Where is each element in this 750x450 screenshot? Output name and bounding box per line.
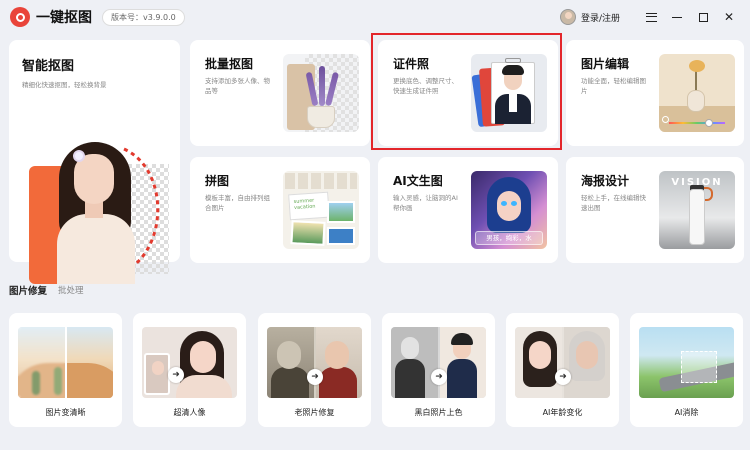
close-button[interactable]: ✕	[718, 7, 740, 27]
card-title: 海报设计	[581, 174, 630, 188]
card-description: 轻松上手，在线编辑快速出图	[581, 194, 646, 212]
login-register-link[interactable]: 登录/注册	[581, 11, 620, 24]
tool-enhance-clarity[interactable]: 图片变清晰	[9, 313, 122, 427]
version-badge: 版本号：v3.9.0.0	[102, 8, 185, 26]
app-name: 一键抠图	[36, 10, 92, 26]
card-description: 模板丰富，自由排列组合图片	[205, 194, 270, 212]
ai-age-thumbnail: ➜	[515, 327, 610, 398]
id-photo-thumbnail	[471, 54, 547, 132]
tool-label: 黑白照片上色	[414, 408, 463, 417]
card-batch-cutout[interactable]: 批量抠图 支持添加多张人像、物品等	[190, 40, 370, 146]
prompt-tag: 男孩，绚彩，水	[475, 231, 543, 245]
card-poster-design[interactable]: 海报设计 轻松上手，在线编辑快速出图 VISION	[566, 157, 744, 263]
hd-portrait-thumbnail: ➜	[142, 327, 237, 398]
menu-button[interactable]	[640, 7, 662, 27]
tool-label: 超清人像	[173, 408, 206, 417]
poster-thumbnail: VISION	[659, 171, 735, 249]
card-smart-cutout[interactable]: 智能抠图 精细化快速抠图，轻松换背景	[9, 40, 180, 284]
collage-thumbnail: summer vacation	[283, 171, 359, 249]
smart-cutout-thumbnail	[29, 124, 169, 284]
colorize-thumbnail: ➜	[391, 327, 486, 398]
menu-icon	[645, 12, 657, 22]
tool-ai-age[interactable]: ➜ AI年龄变化	[506, 313, 619, 427]
user-avatar[interactable]	[559, 9, 576, 25]
title-bar: 一键抠图 版本号：v3.9.0.0 登录/注册 ✕	[0, 0, 750, 34]
minimize-button[interactable]	[666, 7, 688, 27]
old-photo-thumbnail: ➜	[267, 327, 362, 398]
enhance-clarity-thumbnail	[18, 327, 113, 398]
photo-edit-thumbnail	[659, 54, 735, 132]
ai-text-image-thumbnail: 男孩，绚彩，水	[471, 171, 547, 249]
card-collage[interactable]: 拼图 模板丰富，自由排列组合图片 summer vacation	[190, 157, 370, 263]
card-title: 图片编辑	[581, 57, 630, 71]
card-description: 更换底色、调整尺寸、快速生成证件照	[393, 77, 458, 95]
card-title: 智能抠图	[22, 59, 75, 74]
tool-hd-portrait[interactable]: ➜ 超清人像	[133, 313, 246, 427]
batch-cutout-thumbnail	[283, 54, 359, 132]
minimize-icon	[672, 16, 682, 18]
tool-ai-erase[interactable]: AI消除	[630, 313, 743, 427]
close-icon: ✕	[723, 10, 735, 24]
card-description: 输入灵感，让脑洞的AI帮你画	[393, 194, 458, 212]
tool-old-photo-repair[interactable]: ➜ 老照片修复	[258, 313, 371, 427]
tool-label: 老照片修复	[294, 408, 335, 417]
card-id-photo[interactable]: 证件照 更换底色、调整尺寸、快速生成证件照	[378, 40, 558, 146]
card-photo-edit[interactable]: 图片编辑 功能全面，轻松编辑图片	[566, 40, 744, 146]
card-title: AI文生图	[393, 174, 443, 188]
tool-colorize[interactable]: ➜ 黑白照片上色	[382, 313, 495, 427]
tool-label: AI消除	[674, 408, 699, 417]
collage-thumb-text: summer vacation	[293, 197, 316, 212]
card-title: 拼图	[205, 174, 230, 188]
tab-batch[interactable]: 批处理	[58, 284, 84, 296]
arrow-right-icon: ➜	[307, 369, 323, 385]
section-title: 图片修复	[9, 286, 48, 297]
maximize-button[interactable]	[692, 7, 714, 27]
card-description: 精细化快速抠图，轻松换背景	[22, 81, 107, 89]
card-title: 批量抠图	[205, 57, 254, 71]
card-ai-text-to-image[interactable]: AI文生图 输入灵感，让脑洞的AI帮你画 男孩，绚彩，水	[378, 157, 558, 263]
tool-label: AI年龄变化	[542, 408, 583, 417]
maximize-icon	[698, 12, 708, 22]
card-title: 证件照	[393, 57, 430, 71]
arrow-right-icon: ➜	[555, 369, 571, 385]
card-description: 功能全面，轻松编辑图片	[581, 77, 646, 95]
arrow-right-icon: ➜	[431, 369, 447, 385]
arrow-right-icon: ➜	[168, 367, 184, 383]
tool-label: 图片变清晰	[45, 408, 86, 417]
ai-erase-thumbnail	[639, 327, 734, 398]
card-description: 支持添加多张人像、物品等	[205, 77, 270, 95]
app-logo-icon	[10, 7, 30, 27]
